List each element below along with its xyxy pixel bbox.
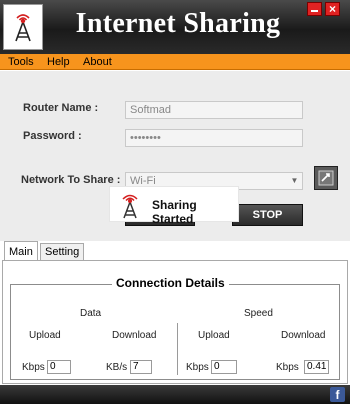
menu-about[interactable]: About [83,56,112,68]
router-name-input[interactable]: Softmad [125,101,303,119]
menu-help[interactable]: Help [47,56,70,68]
speed-download-value: 0.41 [304,360,329,374]
refresh-icon [318,170,334,186]
data-upload-value: 0 [47,360,71,374]
speed-upload-value: 0 [211,360,237,374]
footer-bar [0,385,350,404]
chevron-down-icon[interactable]: ▼ [289,175,300,187]
app-title: Internet Sharing [75,8,281,39]
router-name-label: Router Name : [23,102,99,114]
speed-heading: Speed [244,308,273,319]
data-upload-label: Upload [29,330,61,341]
tab-setting[interactable]: Setting [40,243,85,261]
close-icon: × [328,2,336,16]
tower-icon [15,14,31,42]
close-button[interactable]: × [325,2,340,16]
menu-bar: Tools Help About [0,54,350,70]
connection-details-title: Connection Details [112,276,229,290]
menu-tools[interactable]: Tools [8,56,34,68]
tab-main[interactable]: Main [4,241,38,261]
speed-upload-unit: Kbps [186,362,209,373]
speed-upload-label: Upload [198,330,230,341]
password-input[interactable]: •••••••• [125,129,303,147]
sharing-toast: Sharing Started [109,186,239,226]
tower-icon [122,194,138,219]
speed-download-label: Download [281,330,326,341]
data-heading: Data [80,308,102,319]
app-logo-icon [3,4,43,50]
column-divider [177,323,178,375]
minimize-icon [311,10,318,12]
minimize-button[interactable] [307,2,322,16]
data-download-value: 7 [130,360,152,374]
facebook-icon[interactable]: f [330,387,345,402]
title-bar: Internet Sharing × [0,0,350,54]
tab-strip: Main Setting [0,241,350,261]
stop-button[interactable]: STOP [232,204,303,226]
password-label: Password : [23,130,82,142]
data-download-label: Download [112,330,157,341]
data-download-unit: KB/s [106,362,128,373]
speed-download-unit: Kbps [276,362,299,373]
refresh-button[interactable] [314,166,338,190]
network-label: Network To Share : [21,174,121,186]
data-upload-unit: Kbps [22,362,45,373]
toast-message: Sharing Started [152,198,197,226]
